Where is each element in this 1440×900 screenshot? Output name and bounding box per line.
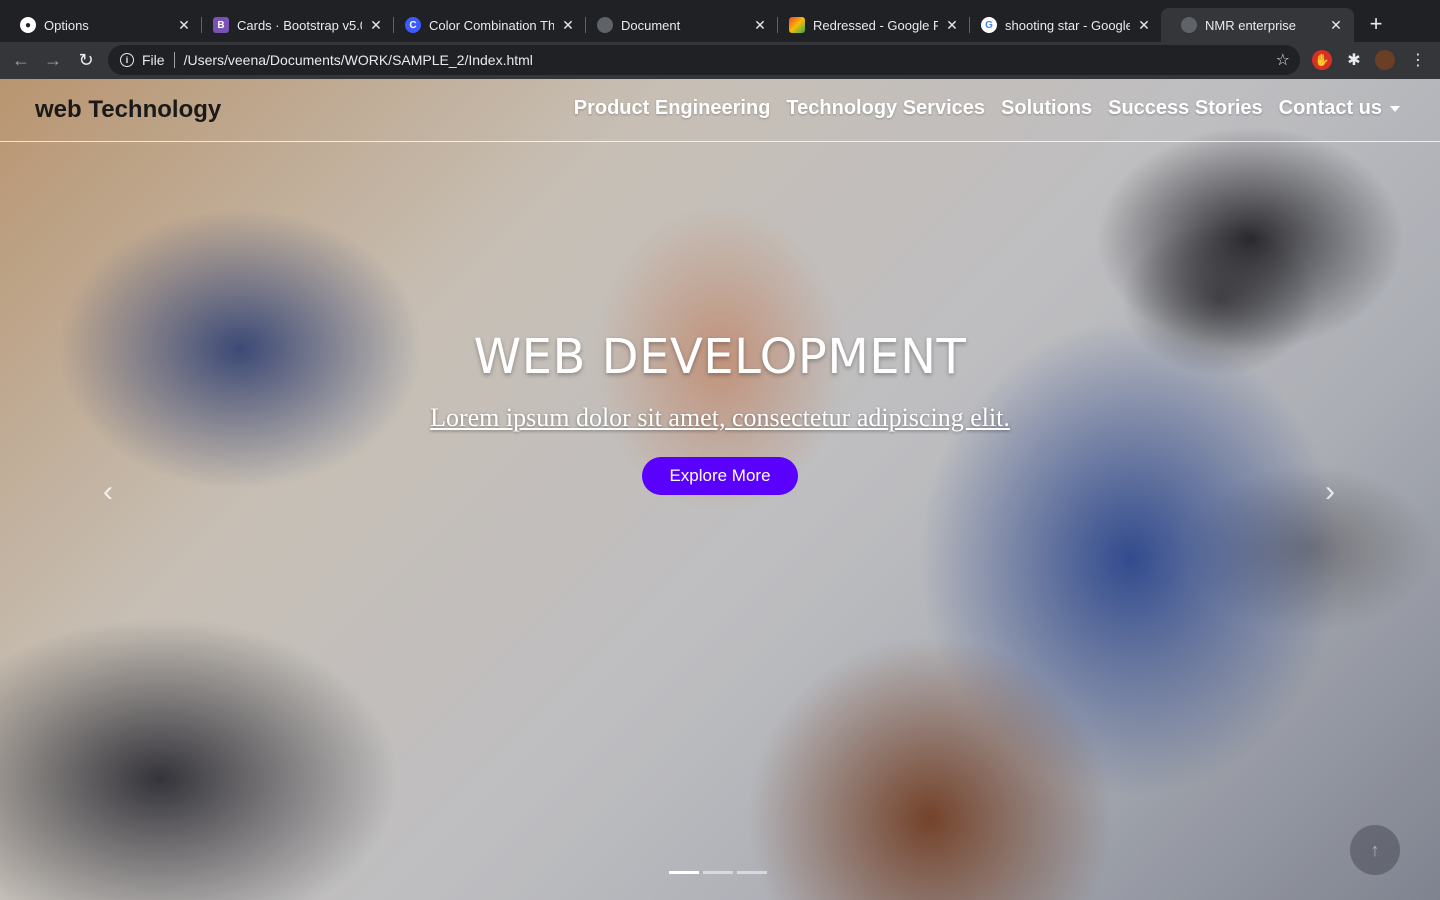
tab-options[interactable]: ● Options ✕ [0,8,202,42]
tab-strip: ● Options ✕ B Cards · Bootstrap v5.0 ✕ C… [0,0,1440,42]
nav-technology-services[interactable]: Technology Services [786,97,985,120]
google-fonts-icon [789,17,805,33]
tab-title: shooting star - Google [1005,17,1130,33]
tab-google-fonts[interactable]: Redressed - Google Fo ✕ [769,8,970,42]
forward-button[interactable]: → [41,48,65,72]
close-icon[interactable]: ✕ [1136,17,1152,33]
hero-subtitle: Lorem ipsum dolor sit amet, consectetur … [430,403,1010,432]
close-icon[interactable]: ✕ [1328,17,1344,33]
adblock-extension-icon[interactable]: ✋ [1312,50,1332,70]
explore-more-button[interactable]: Explore More [642,457,798,495]
browser-toolbar: ← → ↻ i File /Users/veena/Documents/WORK… [0,42,1440,79]
extensions-puzzle-icon[interactable]: ✱ [1344,50,1364,70]
tab-google-search[interactable]: G shooting star - Google ✕ [961,8,1162,42]
bookmark-star-icon[interactable]: ☆ [1276,50,1290,70]
carousel-next-icon[interactable]: › [1315,475,1345,508]
tab-title: NMR enterprise [1205,17,1297,33]
back-to-top-button[interactable]: ↑ [1350,825,1400,875]
carousel-indicator[interactable] [737,871,767,874]
tab-title: Document [621,17,681,33]
google-icon: G [981,17,997,33]
globe-icon [597,17,613,33]
color-icon: C [405,17,421,33]
reload-button[interactable]: ↻ [74,48,98,72]
nav-contact-us[interactable]: Contact us [1279,97,1400,120]
hero-caption: WEB DEVELOPMENT Lorem ipsum dolor sit am… [0,329,1440,495]
dropdown-caret-icon [1390,105,1400,112]
carousel-prev-icon[interactable]: ‹ [93,475,123,508]
github-icon: ● [20,17,36,33]
back-button[interactable]: ← [9,48,33,72]
tab-title: Redressed - Google Fo [813,17,938,33]
close-icon[interactable]: ✕ [560,17,576,33]
url-text[interactable]: /Users/veena/Documents/WORK/SAMPLE_2/Ind… [184,52,1276,68]
tab-document[interactable]: Document ✕ [577,8,778,42]
carousel-indicator[interactable] [703,871,733,874]
tab-nmr-enterprise[interactable]: NMR enterprise ✕ [1161,8,1354,42]
close-icon[interactable]: ✕ [752,17,768,33]
info-icon[interactable]: i [120,53,134,67]
nav-product-engineering[interactable]: Product Engineering [574,97,771,120]
tab-title: Color Combination Th [429,17,554,33]
close-icon[interactable]: ✕ [368,17,384,33]
site-navbar: web Technology Product Engineering Techn… [0,79,1440,142]
bootstrap-icon: B [213,17,229,33]
tab-color-combination[interactable]: C Color Combination Th ✕ [385,8,586,42]
tab-title: Cards · Bootstrap v5.0 [237,17,362,33]
carousel-indicators [669,871,767,874]
globe-icon [1181,17,1197,33]
close-icon[interactable]: ✕ [176,17,192,33]
page-viewport: web Technology Product Engineering Techn… [0,79,1440,900]
nav-menu: Product Engineering Technology Services … [574,97,1400,120]
nav-contact-label: Contact us [1278,97,1382,119]
new-tab-button[interactable]: + [1364,11,1388,36]
nav-solutions[interactable]: Solutions [1001,97,1092,120]
close-icon[interactable]: ✕ [944,17,960,33]
tab-bootstrap-cards[interactable]: B Cards · Bootstrap v5.0 ✕ [193,8,394,42]
hero-title: WEB DEVELOPMENT [473,329,967,385]
nav-success-stories[interactable]: Success Stories [1108,97,1263,120]
address-bar[interactable]: i File /Users/veena/Documents/WORK/SAMPL… [108,45,1300,75]
tab-title: Options [44,17,89,33]
url-scheme: File [142,52,165,68]
profile-avatar[interactable] [1375,50,1395,70]
more-menu-icon[interactable]: ⋮ [1408,50,1428,70]
carousel-indicator[interactable] [669,871,699,874]
site-brand[interactable]: web Technology [35,96,221,124]
